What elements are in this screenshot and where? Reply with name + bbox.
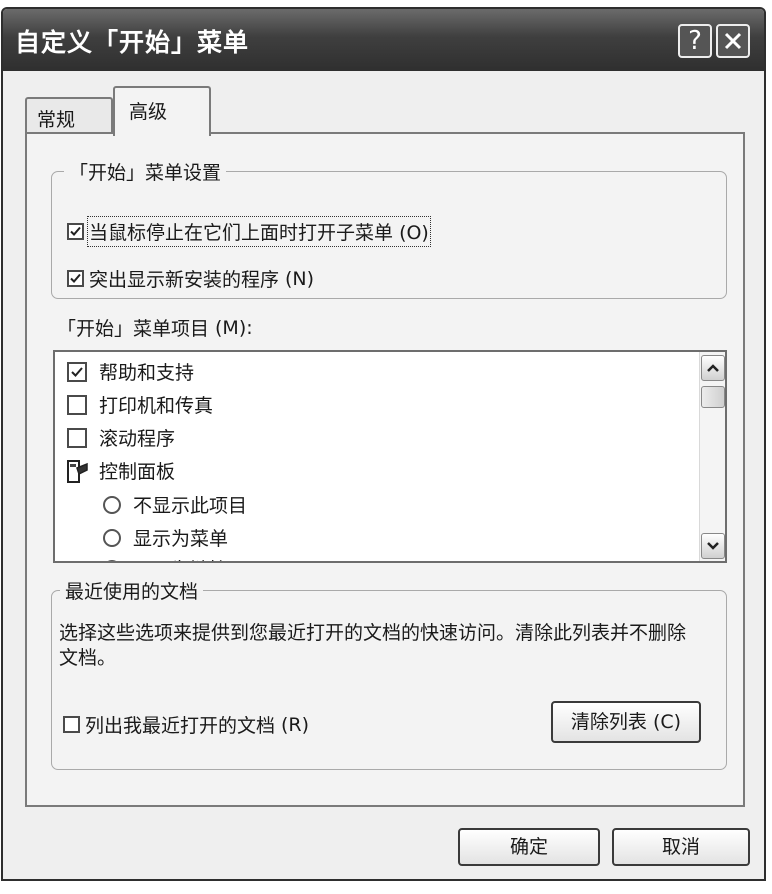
highlight-new-programs-option[interactable]: 突出显示新安装的程序 (N) (67, 265, 314, 292)
printers-fax-label: 打印机和传真 (99, 395, 214, 417)
checkmark-icon (70, 226, 81, 236)
ok-button[interactable]: 确定 (458, 828, 600, 866)
advanced-tab-panel: 「开始」菜单设置 当鼠标停止在它们上面时打开子菜单 (O) 突出显示新安装的程序… (25, 132, 745, 807)
control-panel-label: 控制面板 (99, 461, 176, 483)
open-submenus-accel: (O) (399, 222, 429, 244)
do-not-display-radio[interactable] (103, 495, 121, 514)
chevron-down-icon (707, 542, 719, 550)
list-item-display-as-link[interactable]: 显示为链接 (103, 555, 228, 561)
close-button[interactable] (716, 24, 750, 58)
list-scrollbar[interactable] (699, 352, 725, 561)
scroll-down-button[interactable] (701, 533, 725, 559)
display-as-link-label: 显示为链接 (133, 555, 228, 561)
help-icon: ? (688, 26, 702, 56)
start-menu-items-list[interactable]: 帮助和支持 打印机和传真 滚动程序 控制面板 不显示此项目 显示为菜单 (53, 350, 727, 563)
scroll-programs-label: 滚动程序 (99, 428, 176, 450)
title-bar[interactable]: 自定义「开始」菜单 ? (3, 9, 764, 71)
highlight-new-programs-checkbox[interactable] (67, 270, 84, 287)
display-as-link-radio[interactable] (103, 559, 121, 561)
cancel-button[interactable]: 取消 (612, 828, 750, 866)
list-item-do-not-display[interactable]: 不显示此项目 (103, 491, 247, 518)
customize-start-menu-dialog: 自定义「开始」菜单 ? 常规 高级 「开始」菜单设置 当鼠标停止在它们上面时打开… (1, 7, 766, 881)
list-item-scroll-programs[interactable]: 滚动程序 (67, 424, 175, 451)
list-item-display-as-menu[interactable]: 显示为菜单 (103, 524, 228, 551)
highlight-new-programs-accel: (N) (285, 267, 315, 290)
do-not-display-label: 不显示此项目 (133, 495, 248, 517)
recent-documents-group: 最近使用的文档 (51, 577, 727, 770)
tab-general-label: 常规 (37, 109, 76, 131)
recent-documents-description: 选择这些选项来提供到您最近打开的文档的快速访问。清除此列表并不删除文档。 (59, 622, 687, 669)
help-support-label: 帮助和支持 (99, 362, 195, 384)
list-recent-docs-label: 列出我最近打开的文档 (85, 715, 276, 737)
display-as-menu-label: 显示为菜单 (133, 528, 229, 550)
list-recent-docs-accel: (R) (281, 713, 310, 736)
scroll-programs-checkbox[interactable] (67, 427, 87, 448)
help-support-checkbox[interactable] (67, 361, 87, 382)
tab-advanced[interactable]: 高级 (113, 86, 211, 136)
list-recent-docs-checkbox[interactable] (63, 716, 80, 733)
chevron-up-icon (707, 364, 719, 372)
checkmark-icon (70, 273, 81, 283)
open-submenus-label-wrap: 当鼠标停止在它们上面时打开子菜单 (O) (87, 216, 431, 247)
highlight-new-programs-label: 突出显示新安装的程序 (89, 269, 280, 291)
open-submenus-label: 当鼠标停止在它们上面时打开子菜单 (89, 222, 394, 244)
start-menu-items-label: 「开始」菜单项目 (M): (57, 314, 253, 341)
open-submenus-on-hover-option[interactable]: 当鼠标停止在它们上面时打开子菜单 (O) (67, 216, 431, 247)
open-submenus-checkbox[interactable] (67, 223, 84, 240)
recent-documents-title: 最近使用的文档 (60, 577, 204, 604)
tab-general[interactable]: 常规 (25, 97, 113, 133)
tab-advanced-label: 高级 (129, 101, 168, 123)
list-recent-docs-option[interactable]: 列出我最近打开的文档 (R) (63, 711, 309, 738)
clear-list-button[interactable]: 清除列表 (C) (551, 701, 701, 743)
printers-fax-checkbox[interactable] (67, 394, 87, 415)
start-menu-settings-group: 「开始」菜单设置 当鼠标停止在它们上面时打开子菜单 (O) 突出显示新安装的程序… (51, 158, 727, 299)
control-panel-icon (67, 459, 88, 483)
start-menu-items-text: 「开始」菜单项目 (57, 318, 210, 340)
start-menu-settings-title: 「开始」菜单设置 (64, 158, 227, 185)
list-item-help-support[interactable]: 帮助和支持 (67, 358, 194, 385)
start-menu-items-accel: (M): (215, 316, 253, 339)
help-button[interactable]: ? (678, 24, 712, 58)
scroll-up-button[interactable] (701, 355, 725, 381)
close-icon (724, 32, 742, 50)
list-item-printers-fax[interactable]: 打印机和传真 (67, 391, 213, 418)
list-item-control-panel: 控制面板 (67, 457, 175, 484)
scroll-thumb[interactable] (701, 386, 725, 408)
display-as-menu-radio[interactable] (103, 528, 121, 547)
checkmark-icon (71, 366, 83, 377)
window-title: 自定义「开始」菜单 (15, 28, 250, 57)
